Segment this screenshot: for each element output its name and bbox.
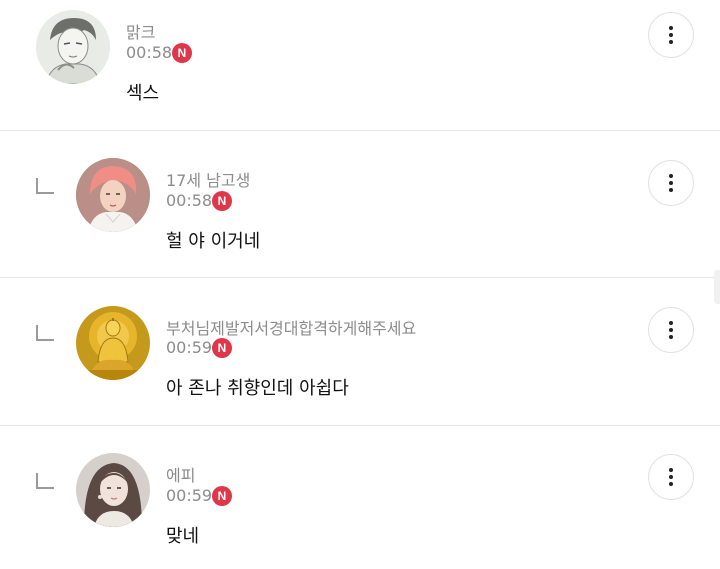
reply-arrow-icon <box>36 325 54 341</box>
comment-text: 맞네 <box>166 526 200 547</box>
comment-list: 맑크 00:58 N 섹스 17세 남고생 00:58 N 헐 야 이거네 부처… <box>0 0 720 569</box>
new-badge: N <box>212 338 232 358</box>
more-vertical-icon <box>669 26 673 44</box>
more-options-button[interactable] <box>648 12 694 58</box>
comment-item: 17세 남고생 00:58 N 헐 야 이거네 <box>0 131 720 277</box>
comment-text: 아 존나 취향인데 아쉽다 <box>166 378 349 399</box>
comment-timestamp: 00:58 <box>126 43 173 62</box>
manga-boy-avatar[interactable] <box>36 10 110 84</box>
comment-item: 에피 00:59 N 맞네 <box>0 426 720 569</box>
reply-arrow-icon <box>36 178 54 194</box>
more-vertical-icon <box>669 321 673 339</box>
comment-text: 섹스 <box>126 83 160 104</box>
comment-timestamp: 00:58 <box>166 191 213 210</box>
more-options-button[interactable] <box>648 454 694 500</box>
woman-portrait-avatar[interactable] <box>76 453 150 527</box>
new-badge: N <box>212 191 232 211</box>
comment-author[interactable]: 에피 <box>166 462 195 486</box>
new-badge: N <box>212 486 232 506</box>
reply-arrow-icon <box>36 473 54 489</box>
more-options-button[interactable] <box>648 307 694 353</box>
comment-text: 헐 야 이거네 <box>166 231 261 252</box>
comment-author[interactable]: 부처님제발저서경대합격하게해주세요 <box>166 315 416 339</box>
comment-item: 맑크 00:58 N 섹스 <box>0 0 720 130</box>
golden-buddha-avatar[interactable] <box>76 306 150 380</box>
comment-timestamp: 00:59 <box>166 486 213 505</box>
more-vertical-icon <box>669 174 673 192</box>
pink-hair-man-avatar[interactable] <box>76 158 150 232</box>
comment-item: 부처님제발저서경대합격하게해주세요 00:59 N 아 존나 취향인데 아쉽다 <box>0 278 720 425</box>
more-options-button[interactable] <box>648 160 694 206</box>
more-vertical-icon <box>669 468 673 486</box>
comment-timestamp: 00:59 <box>166 338 213 357</box>
new-badge: N <box>172 43 192 63</box>
scrollbar-thumb[interactable] <box>714 270 720 304</box>
comment-author[interactable]: 17세 남고생 <box>166 167 250 191</box>
comment-author[interactable]: 맑크 <box>126 19 155 43</box>
